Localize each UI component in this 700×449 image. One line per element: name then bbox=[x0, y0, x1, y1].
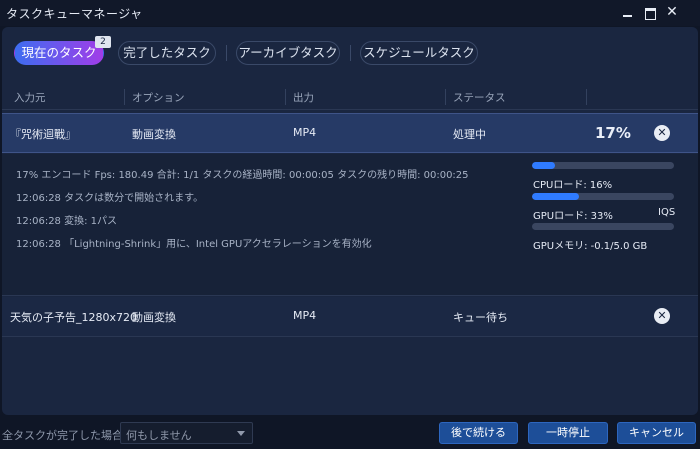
column-separator bbox=[586, 89, 587, 105]
title-bar: タスクキューマネージャ ✕ bbox=[0, 0, 700, 26]
cancel-button[interactable]: キャンセル bbox=[617, 422, 696, 444]
column-option: オプション bbox=[132, 92, 185, 104]
tab-label: 現在のタスク bbox=[21, 45, 97, 60]
tab-current-tasks[interactable]: 現在のタスク 2 bbox=[14, 36, 111, 65]
log-line: 12:06:28 タスクは数分で開始されます。 bbox=[16, 193, 204, 204]
tab-label: スケジュールタスク bbox=[363, 45, 475, 60]
tab-completed-tasks[interactable]: 完了したタスク bbox=[118, 41, 216, 65]
gpu-mode-label: IQS bbox=[658, 207, 676, 218]
cpu-load-label: CPUロード: 16% bbox=[533, 180, 613, 191]
log-line: 12:06:28 変換: 1パス bbox=[16, 216, 118, 227]
tab-label: 完了したタスク bbox=[123, 45, 211, 60]
gpu-memory-label: GPUメモリ: -0.1/5.0 GB bbox=[533, 241, 648, 252]
task-output: MP4 bbox=[293, 126, 317, 139]
task-details: 17% エンコード Fps: 180.49 合計: 1/1 タスクの経過時間: … bbox=[2, 154, 698, 296]
chevron-down-icon bbox=[237, 431, 245, 436]
table-row[interactable]: 天気の子予告_1280x720 動画変換 MP4 キュー待ち ✕ bbox=[2, 297, 698, 337]
remove-task-icon[interactable]: ✕ bbox=[654, 308, 670, 324]
column-separator bbox=[285, 89, 286, 105]
when-done-select[interactable]: 何もしません bbox=[120, 422, 253, 444]
tab-label: アーカイブタスク bbox=[238, 45, 338, 60]
maximize-icon[interactable] bbox=[642, 4, 658, 20]
column-output: 出力 bbox=[293, 92, 314, 104]
gpu-load-bar bbox=[532, 193, 674, 200]
gpu-load-fill bbox=[532, 193, 579, 200]
table-row[interactable]: 『咒術迴戰』 動画変換 MP4 処理中 17% ✕ bbox=[2, 113, 698, 153]
column-header: 入力元 オプション 出力 ステータス bbox=[2, 86, 698, 110]
when-done-label: 全タスクが完了した場合: bbox=[2, 429, 127, 442]
gpu-load-label: GPUロード: 33% bbox=[533, 211, 613, 222]
pause-button[interactable]: 一時停止 bbox=[528, 422, 608, 444]
log-line: 12:06:28 「Lightning-Shrink」用に、Intel GPUア… bbox=[16, 239, 372, 250]
tab-archive-tasks[interactable]: アーカイブタスク bbox=[236, 41, 340, 65]
window-title: タスクキューマネージャ bbox=[6, 7, 143, 21]
column-source: 入力元 bbox=[14, 92, 46, 104]
task-source: 天気の子予告_1280x720 bbox=[10, 311, 137, 324]
column-status: ステータス bbox=[453, 92, 506, 104]
column-separator bbox=[124, 89, 125, 105]
when-done-value: 何もしません bbox=[126, 429, 192, 442]
minimize-icon[interactable] bbox=[620, 4, 636, 20]
task-count-badge: 2 bbox=[95, 36, 111, 48]
log-line: 17% エンコード Fps: 180.49 合計: 1/1 タスクの経過時間: … bbox=[16, 170, 469, 181]
task-progress: 17% bbox=[595, 124, 631, 142]
task-panel: 現在のタスク 2 完了したタスク アーカイブタスク スケジュールタスク 入力元 … bbox=[2, 27, 698, 415]
cpu-load-fill bbox=[532, 162, 555, 169]
tab-divider bbox=[350, 45, 351, 61]
tab-scheduled-tasks[interactable]: スケジュールタスク bbox=[360, 41, 478, 65]
column-separator bbox=[445, 89, 446, 105]
tab-divider bbox=[226, 45, 227, 61]
task-option: 動画変換 bbox=[132, 311, 176, 324]
continue-later-button[interactable]: 後で続ける bbox=[439, 422, 518, 444]
task-status: 処理中 bbox=[453, 128, 486, 141]
task-option: 動画変換 bbox=[132, 128, 176, 141]
task-output: MP4 bbox=[293, 309, 317, 322]
cpu-load-bar bbox=[532, 162, 674, 169]
remove-task-icon[interactable]: ✕ bbox=[654, 125, 670, 141]
task-source: 『咒術迴戰』 bbox=[10, 128, 76, 141]
close-icon[interactable]: ✕ bbox=[664, 4, 680, 20]
task-status: キュー待ち bbox=[453, 311, 508, 324]
gpu-memory-bar bbox=[532, 223, 674, 230]
